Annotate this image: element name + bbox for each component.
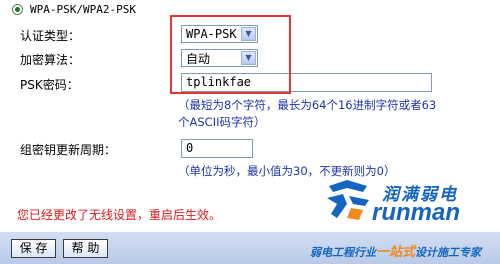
auth-type-label: 认证类型： (20, 29, 81, 43)
encryption-label: 加密算法： (20, 53, 81, 67)
wpa-psk-radio[interactable] (12, 4, 23, 15)
save-button[interactable]: 保 存 (11, 239, 56, 258)
settings-changed-warning: 您已经更改了无线设置，重启后生效。 (17, 208, 222, 222)
psk-password-hint-line1: （最短为8个字符，最长为64个16进制字符或者63 (178, 98, 437, 112)
psk-password-hint-line2: 个ASCII码字符） (178, 115, 266, 129)
brand-english-name: runman (372, 199, 461, 226)
tagline-mid: 一站式 (376, 245, 416, 260)
tagline-post: 设计施工专家 (415, 246, 482, 259)
psk-password-label: PSK密码： (20, 78, 79, 92)
help-button[interactable]: 帮 助 (63, 239, 108, 258)
brand-tagline: 弱电工程行业一站式设计施工专家 (310, 241, 481, 260)
group-key-period-label: 组密钥更新周期： (20, 143, 117, 157)
highlight-box (170, 15, 291, 94)
runman-logo-icon (327, 180, 369, 220)
group-key-period-input[interactable]: 0 (181, 139, 253, 158)
wpa-psk-radio-label: WPA-PSK/WPA2-PSK (30, 3, 136, 16)
tagline-pre: 弱电工程行业 (310, 246, 376, 259)
